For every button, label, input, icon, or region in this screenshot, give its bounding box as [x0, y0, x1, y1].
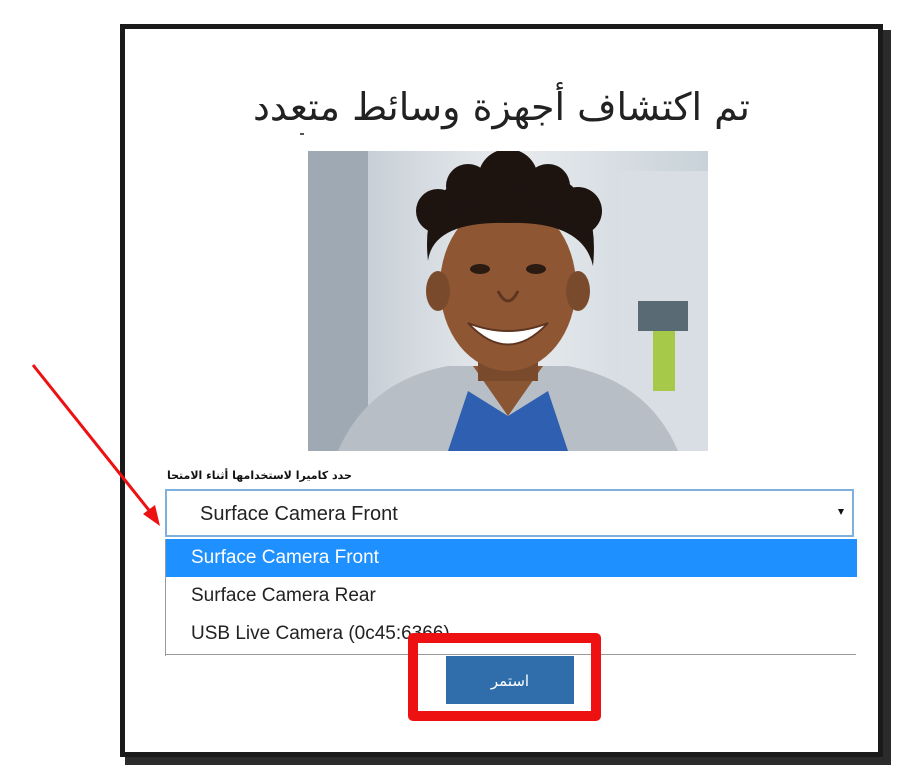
- red-arrow-icon: [31, 364, 160, 526]
